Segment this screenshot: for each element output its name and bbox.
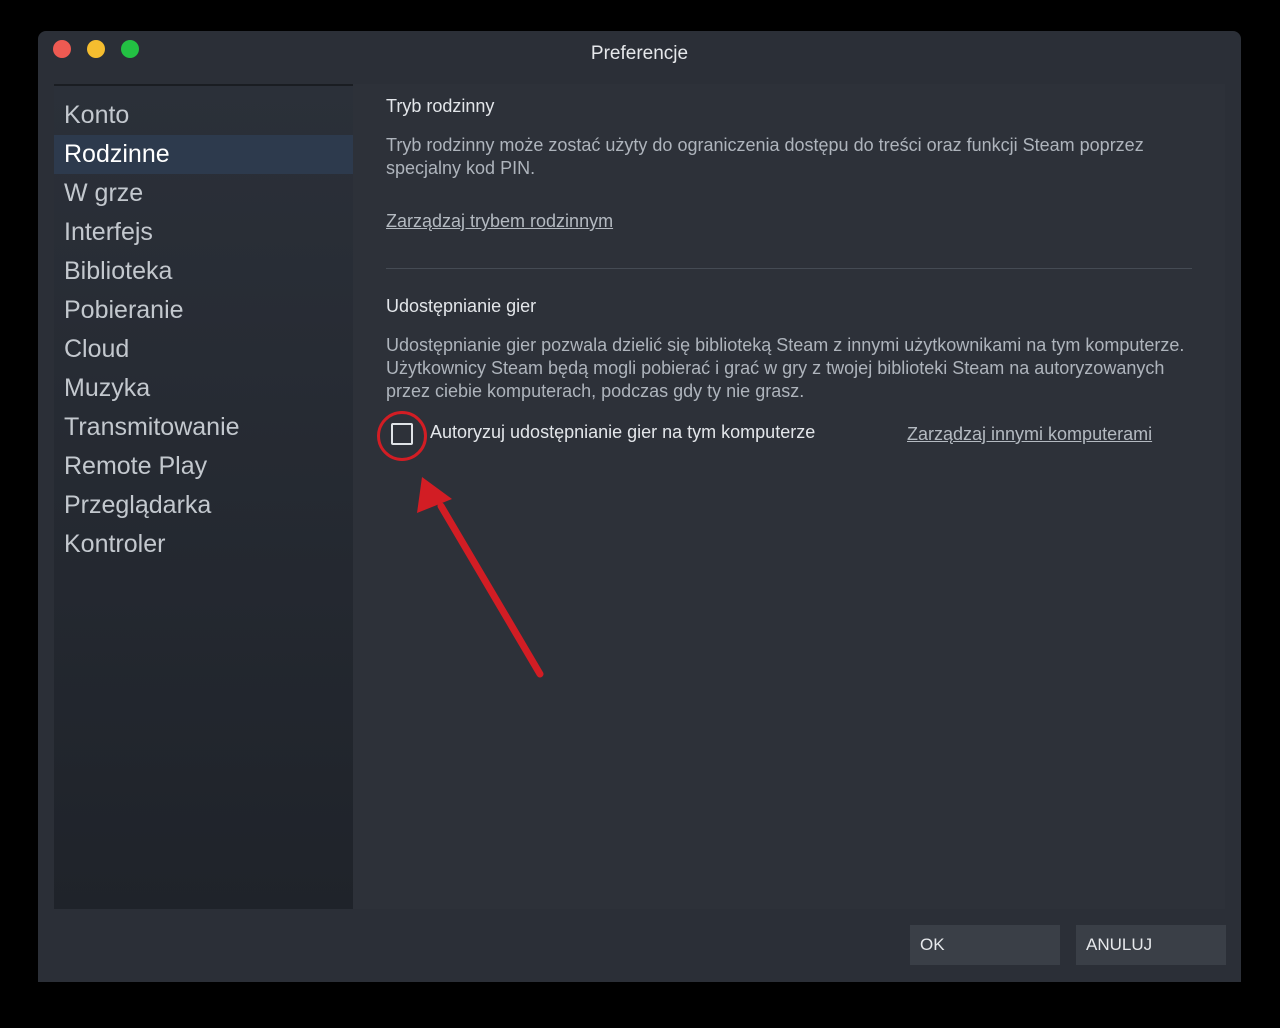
family-sharing-title: Udostępnianie gier [386, 296, 537, 316]
sidebar-item-konto[interactable]: Konto [54, 96, 357, 135]
sidebar-item-muzyka[interactable]: Muzyka [54, 369, 357, 408]
sidebar-item-interfejs[interactable]: Interfejs [54, 213, 357, 252]
family-mode-description: Tryb rodzinny może zostać użyty do ogran… [386, 135, 1144, 178]
manage-family-mode-link[interactable]: Zarządzaj trybem rodzinnym [386, 211, 613, 232]
title-bar: Preferencje [38, 31, 1241, 83]
sidebar: Konto Rodzinne W grze Interfejs Bibliote… [54, 84, 357, 911]
sidebar-item-pobieranie[interactable]: Pobieranie [54, 291, 357, 330]
ok-button[interactable]: OK [910, 925, 1060, 965]
sidebar-item-w-grze[interactable]: W grze [54, 174, 357, 213]
window-title: Preferencje [590, 43, 689, 64]
section-divider [386, 268, 1192, 269]
family-sharing-description: Udostępnianie gier pozwala dzielić się b… [386, 335, 1185, 401]
sidebar-item-remote-play[interactable]: Remote Play [54, 447, 357, 486]
sidebar-item-biblioteka[interactable]: Biblioteka [54, 252, 357, 291]
family-mode-title: Tryb rodzinny [386, 96, 495, 116]
cancel-button[interactable]: ANULUJ [1076, 925, 1226, 965]
sidebar-item-rodzinne[interactable]: Rodzinne [54, 135, 357, 174]
sidebar-item-cloud[interactable]: Cloud [54, 330, 357, 369]
sidebar-item-kontroler[interactable]: Kontroler [54, 525, 357, 564]
settings-panel: Tryb rodzinny Tryb rodzinny może zostać … [353, 84, 1225, 909]
dialog-footer: OK ANULUJ [38, 909, 1241, 982]
sidebar-item-przegladarka[interactable]: Przeglądarka [54, 486, 357, 525]
authorize-sharing-label[interactable]: Autoryzuj udostępnianie gier na tym komp… [430, 422, 815, 443]
preferences-window: Preferencje Konto Rodzinne W grze Interf… [38, 31, 1241, 982]
annotation-highlight-circle [377, 411, 427, 461]
sidebar-item-transmitowanie[interactable]: Transmitowanie [54, 408, 357, 447]
manage-other-computers-link[interactable]: Zarządzaj innymi komputerami [907, 424, 1152, 445]
